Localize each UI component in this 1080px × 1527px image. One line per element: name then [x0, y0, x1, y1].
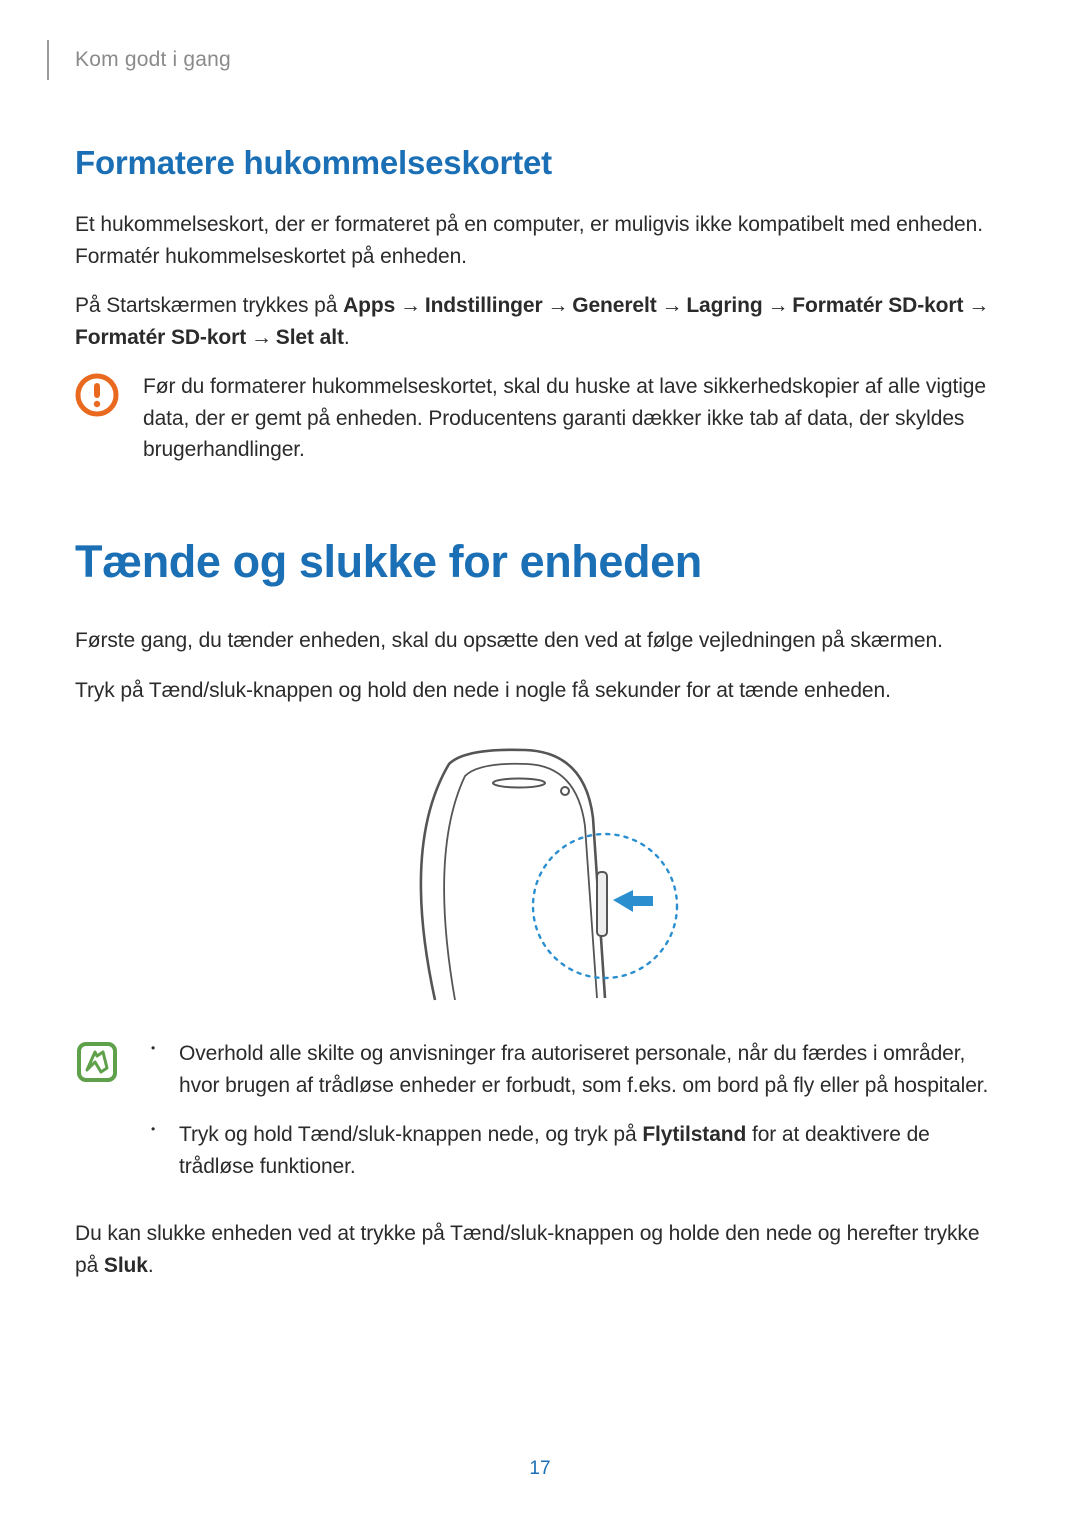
breadcrumb: Kom godt i gang [75, 44, 1005, 76]
arrow-icon: → [246, 326, 276, 349]
path-step-apps: Apps [343, 294, 395, 317]
pointer-arrow-icon [613, 890, 653, 912]
path-step-format-sd: Formatér SD-kort [792, 294, 963, 317]
note-bullet-list: Overhold alle skilte og anvisninger fra … [143, 1038, 1005, 1182]
arrow-icon: → [657, 294, 687, 317]
bold-sluk: Sluk [104, 1254, 148, 1277]
warning-text: Før du formaterer hukommelseskortet, ska… [143, 371, 1005, 466]
list-item: Tryk og hold Tænd/sluk-knappen nede, og … [179, 1119, 1005, 1182]
section-heading: Formatere hukommelseskortet [75, 138, 1005, 188]
device-figure [75, 740, 1005, 1004]
chapter-heading: Tænde og slukke for enheden [75, 528, 1005, 596]
arrow-icon: → [763, 294, 793, 317]
warning-callout: Før du formaterer hukommelseskortet, ska… [75, 371, 1005, 466]
arrow-icon: → [395, 294, 425, 317]
text: Tryk og hold Tænd/sluk-knappen nede, og … [179, 1123, 642, 1146]
page-number: 17 [529, 1455, 550, 1484]
warning-icon [75, 373, 119, 417]
bold-flytilstand: Flytilstand [642, 1123, 746, 1146]
text: . [148, 1254, 154, 1277]
note-callout: Overhold alle skilte og anvisninger fra … [75, 1038, 1005, 1200]
arrow-icon: → [963, 294, 988, 317]
path-step-delete-all: Slet alt [276, 326, 344, 349]
page-header: Kom godt i gang [47, 40, 1005, 80]
text: Du kan slukke enheden ved at trykke på T… [75, 1222, 979, 1277]
text: . [344, 326, 350, 349]
section-format-memory-card: Formatere hukommelseskortet Et hukommels… [75, 138, 1005, 466]
path-step-storage: Lagring [686, 294, 762, 317]
note-icon [75, 1040, 119, 1084]
paragraph: Et hukommelseskort, der er formateret på… [75, 209, 1005, 272]
arrow-icon: → [543, 294, 573, 317]
section-power-on-off: Tænde og slukke for enheden Første gang,… [75, 528, 1005, 1282]
text: På Startskærmen trykkes på [75, 294, 343, 317]
phone-power-button-illustration [395, 740, 685, 1004]
paragraph: Du kan slukke enheden ved at trykke på T… [75, 1218, 1005, 1281]
paragraph-nav-path: På Startskærmen trykkes på Apps → Indsti… [75, 290, 1005, 353]
path-step-format-sd-2: Formatér SD-kort [75, 326, 246, 349]
path-step-general: Generelt [572, 294, 656, 317]
paragraph: Tryk på Tænd/sluk-knappen og hold den ne… [75, 675, 1005, 707]
list-item: Overhold alle skilte og anvisninger fra … [179, 1038, 1005, 1101]
path-step-settings: Indstillinger [425, 294, 543, 317]
paragraph: Første gang, du tænder enheden, skal du … [75, 625, 1005, 657]
note-body: Overhold alle skilte og anvisninger fra … [143, 1038, 1005, 1200]
